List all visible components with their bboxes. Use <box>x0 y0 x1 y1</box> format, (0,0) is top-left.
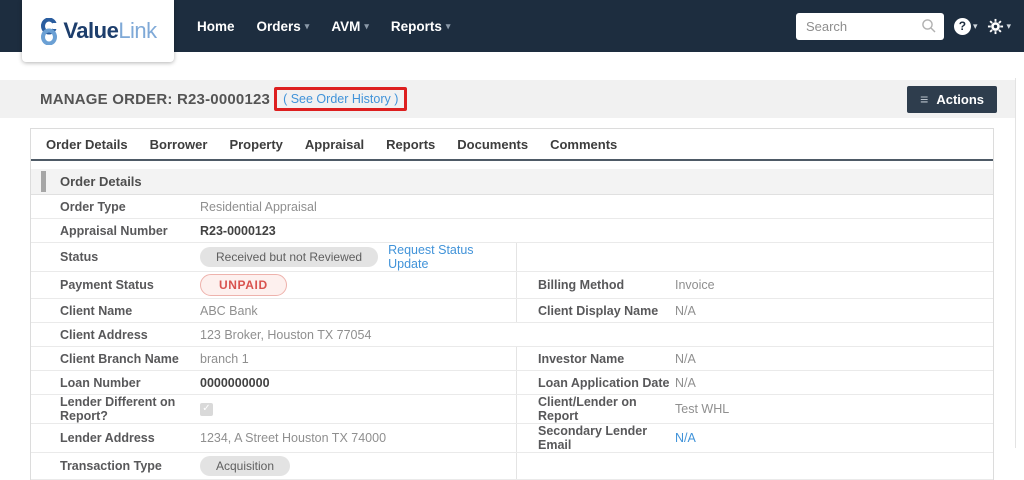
chevron-down-icon: ▾ <box>972 20 978 31</box>
table-row-status: Status Received but not Reviewed Request… <box>31 243 993 272</box>
payment-status-badge: UNPAID <box>200 273 287 297</box>
actions-button[interactable]: ≡ Actions <box>907 85 997 113</box>
field-value: N/A <box>675 303 696 318</box>
nav-item-orders[interactable]: Orders ▾ <box>257 19 310 34</box>
tab-documents[interactable]: Documents <box>457 137 528 152</box>
empty-cell <box>516 453 993 479</box>
secondary-lender-email-link[interactable]: N/A <box>675 431 696 445</box>
field-label: Client Address <box>60 327 148 342</box>
field-value: R23-0000123 <box>200 223 276 238</box>
table-row-order-type: Order Type Residential Appraisal <box>31 195 993 219</box>
table-row-lender-address: Lender Address 1234, A Street Houston TX… <box>31 424 993 453</box>
table-row-payment-billing: Payment Status UNPAID Billing Method Inv… <box>31 272 993 299</box>
search-box <box>795 12 944 40</box>
gear-icon <box>987 18 1004 35</box>
section-accent-bar <box>41 171 46 192</box>
table-row-client-branch: Client Branch Name branch 1 Investor Nam… <box>31 347 993 371</box>
field-label: Lender Different on Report? <box>60 395 176 423</box>
tab-appraisal[interactable]: Appraisal <box>305 137 364 152</box>
tab-borrower[interactable]: Borrower <box>150 137 208 152</box>
brand-name: ValueLink <box>63 18 157 43</box>
field-label: Payment Status <box>60 278 154 292</box>
field-label: Loan Application Date <box>516 371 675 394</box>
chevron-down-icon: ▾ <box>364 20 369 31</box>
see-order-history-link[interactable]: ( See Order History ) <box>283 92 398 106</box>
navbar-right: ? ▾ ▾ <box>795 0 1024 52</box>
table-row-client-name: Client Name ABC Bank Client Display Name… <box>31 299 993 323</box>
nav-item-reports[interactable]: Reports ▾ <box>391 19 451 34</box>
field-value: Residential Appraisal <box>200 199 317 214</box>
section-header-order-details: Order Details <box>31 169 993 195</box>
field-label: Client/Lender on Report <box>516 395 675 423</box>
table-row-client-address: Client Address 123 Broker, Houston TX 77… <box>31 323 993 347</box>
tab-reports[interactable]: Reports <box>386 137 435 152</box>
chevron-down-icon: ▾ <box>304 20 310 31</box>
field-label: Order Type <box>60 199 126 214</box>
page-header-bar: MANAGE ORDER: R23-0000123 ( See Order Hi… <box>0 80 1015 118</box>
search-icon[interactable] <box>921 18 937 39</box>
empty-cell <box>516 243 993 271</box>
main-nav: Home Orders ▾ AVM ▾ Reports ▾ <box>197 19 450 34</box>
field-label: Appraisal Number <box>60 223 168 238</box>
field-value: N/A <box>675 375 696 390</box>
field-label: Loan Number <box>60 375 141 390</box>
table-row-transaction-type: Transaction Type Acquisition <box>31 453 993 480</box>
field-value: Test WHL <box>675 402 730 416</box>
tab-comments[interactable]: Comments <box>550 137 617 152</box>
field-label: Client Branch Name <box>60 351 179 366</box>
content-right-edge <box>1015 78 1016 448</box>
page-title: MANAGE ORDER: R23-0000123 <box>40 90 271 108</box>
tab-property[interactable]: Property <box>229 137 282 152</box>
chain-link-icon <box>39 17 60 45</box>
table-row-lender-different: Lender Different on Report? ✓ Client/Len… <box>31 395 993 424</box>
chevron-down-icon: ▾ <box>1006 20 1011 31</box>
chevron-down-icon: ▾ <box>445 20 451 31</box>
settings-menu[interactable]: ▾ <box>987 18 1011 35</box>
field-label: Status <box>60 250 99 264</box>
help-icon: ? <box>953 17 971 35</box>
field-value: branch 1 <box>200 351 249 366</box>
tab-bar: Order Details Borrower Property Appraisa… <box>31 129 993 161</box>
order-panel: Order Details Borrower Property Appraisa… <box>30 128 994 480</box>
transaction-type-badge: Acquisition <box>200 455 291 477</box>
field-label: Billing Method <box>516 272 675 298</box>
request-status-update-link[interactable]: Request Status Update <box>388 243 516 271</box>
field-value: N/A <box>675 351 696 366</box>
table-row-appraisal-number: Appraisal Number R23-0000123 <box>31 219 993 243</box>
history-highlight-box: ( See Order History ) <box>274 87 408 111</box>
top-navbar: ValueLink Home Orders ▾ AVM ▾ Reports ▾ <box>0 0 1024 62</box>
field-label: Client Display Name <box>516 299 675 322</box>
menu-icon: ≡ <box>920 91 929 107</box>
status-badge: Received but not Reviewed <box>200 246 379 268</box>
field-label: Client Name <box>60 303 133 318</box>
field-value: 123 Broker, Houston TX 77054 <box>200 327 372 342</box>
nav-item-avm[interactable]: AVM ▾ <box>331 19 369 34</box>
tab-order-details[interactable]: Order Details <box>46 137 128 152</box>
field-value: Invoice <box>675 278 715 292</box>
field-label: Transaction Type <box>60 459 162 473</box>
field-label: Investor Name <box>516 347 675 370</box>
table-row-loan-number: Loan Number 0000000000 Loan Application … <box>31 371 993 395</box>
lender-different-checkbox[interactable]: ✓ <box>200 402 213 416</box>
field-value: 0000000000 <box>200 375 270 390</box>
section-title: Order Details <box>60 174 142 189</box>
brand-logo[interactable]: ValueLink <box>22 0 174 62</box>
nav-item-home[interactable]: Home <box>197 19 235 34</box>
help-menu[interactable]: ? ▾ <box>953 17 978 35</box>
field-value: ABC Bank <box>200 303 258 318</box>
